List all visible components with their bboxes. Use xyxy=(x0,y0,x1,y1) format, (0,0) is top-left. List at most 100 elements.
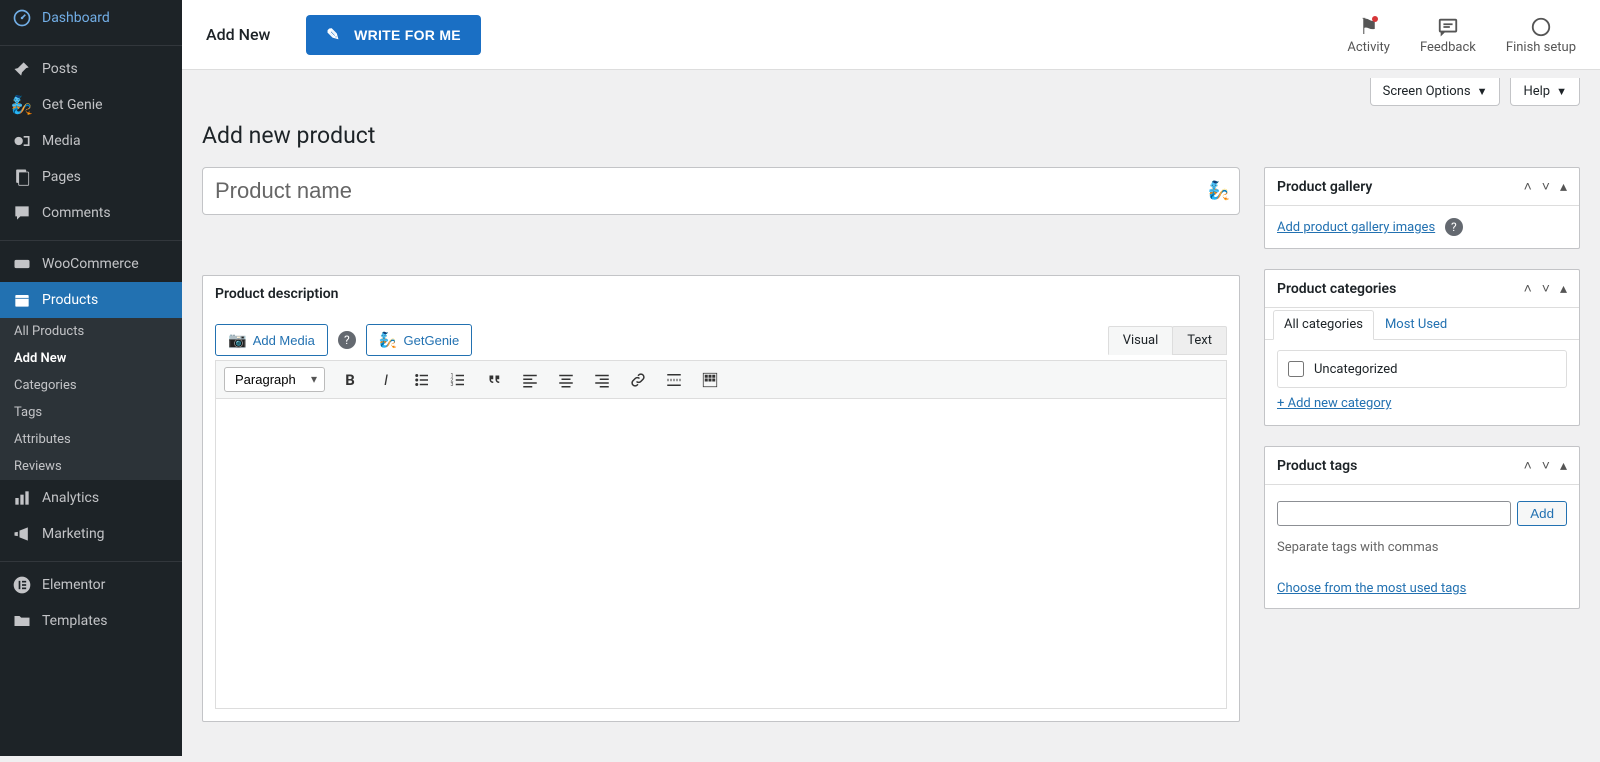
sidebar-item-products[interactable]: Products xyxy=(0,282,182,318)
caret-down-icon: ▼ xyxy=(1556,85,1567,98)
panel-handle-actions: ˄ ˅ ▴ xyxy=(1524,457,1567,474)
help-icon[interactable]: ? xyxy=(338,331,356,349)
screen-options-tab[interactable]: Screen Options ▼ xyxy=(1370,78,1501,106)
write-button-label: WRITE FOR ME xyxy=(354,27,461,43)
feedback-button[interactable]: Feedback xyxy=(1420,14,1476,55)
add-new-category-link[interactable]: + Add new category xyxy=(1277,396,1391,411)
sidebar-subitem-reviews[interactable]: Reviews xyxy=(0,453,182,480)
admin-sidebar: Dashboard Posts 🧞 Get Genie Media Pages … xyxy=(0,0,182,756)
sidebar-item-label: Get Genie xyxy=(42,97,103,113)
comment-icon xyxy=(12,203,32,223)
woo-icon xyxy=(12,254,32,274)
add-media-button[interactable]: 📷 Add Media xyxy=(215,324,328,356)
triangle-up-icon[interactable]: ▴ xyxy=(1560,281,1567,297)
quote-icon[interactable] xyxy=(483,369,505,391)
sidebar-item-marketing[interactable]: Marketing xyxy=(0,516,182,552)
help-tab[interactable]: Help▼ xyxy=(1510,78,1580,106)
chevron-up-icon[interactable]: ˄ xyxy=(1524,178,1532,195)
topbar-actions: ⚑ Activity Feedback Finish setup xyxy=(1347,14,1576,55)
sidebar-item-analytics[interactable]: Analytics xyxy=(0,480,182,516)
folder-icon xyxy=(12,611,32,631)
category-item-uncategorized[interactable]: Uncategorized xyxy=(1288,361,1556,377)
pin-icon xyxy=(12,59,32,79)
sidebar-item-elementor[interactable]: Elementor xyxy=(0,567,182,603)
chevron-up-icon[interactable]: ˄ xyxy=(1524,457,1532,474)
sidebar-subitem-all-products[interactable]: All Products xyxy=(0,318,182,345)
tags-input[interactable] xyxy=(1277,501,1511,526)
tags-body: Add Separate tags with commas Choose fro… xyxy=(1265,485,1579,608)
triangle-up-icon[interactable]: ▴ xyxy=(1560,458,1567,474)
add-tag-button[interactable]: Add xyxy=(1517,501,1567,526)
sidebar-item-posts[interactable]: Posts xyxy=(0,51,182,87)
triangle-up-icon[interactable]: ▴ xyxy=(1560,179,1567,195)
sidebar-subitem-attributes[interactable]: Attributes xyxy=(0,426,182,453)
circle-icon xyxy=(1530,14,1552,40)
align-right-icon[interactable] xyxy=(591,369,613,391)
sidebar-item-media[interactable]: Media xyxy=(0,123,182,159)
help-icon[interactable]: ? xyxy=(1445,218,1463,236)
activity-button[interactable]: ⚑ Activity xyxy=(1347,14,1390,55)
tab-all-categories[interactable]: All categories xyxy=(1273,310,1374,340)
flag-icon: ⚑ xyxy=(1359,14,1379,40)
add-gallery-images-link[interactable]: Add product gallery images xyxy=(1277,220,1435,235)
editor-toolbar: Paragraph B I 123 xyxy=(215,360,1227,399)
align-center-icon[interactable] xyxy=(555,369,577,391)
gallery-title: Product gallery xyxy=(1277,179,1372,195)
tab-visual[interactable]: Visual xyxy=(1108,326,1174,355)
finish-setup-button[interactable]: Finish setup xyxy=(1506,14,1576,55)
genie-hint-icon[interactable]: 🧞 xyxy=(1208,181,1230,202)
tags-input-row: Add xyxy=(1277,497,1567,530)
genie-icon: 🧞 xyxy=(12,95,32,115)
tab-most-used[interactable]: Most Used xyxy=(1374,310,1458,340)
align-left-icon[interactable] xyxy=(519,369,541,391)
activity-label: Activity xyxy=(1347,40,1390,55)
sidebar-item-woocommerce[interactable]: WooCommerce xyxy=(0,246,182,282)
sidebar-item-pages[interactable]: Pages xyxy=(0,159,182,195)
write-for-me-button[interactable]: ✎ WRITE FOR ME xyxy=(306,15,480,55)
getgenie-button[interactable]: 🧞 GetGenie xyxy=(366,324,472,356)
side-column: Product gallery ˄ ˅ ▴ Add product galler… xyxy=(1264,167,1580,742)
screen-options-row: Screen Options ▼ Help▼ xyxy=(182,70,1600,106)
elementor-icon xyxy=(12,575,32,595)
sidebar-item-label: Marketing xyxy=(42,526,105,542)
sidebar-item-comments[interactable]: Comments xyxy=(0,195,182,231)
page-title: Add new product xyxy=(202,122,1580,149)
product-gallery-box: Product gallery ˄ ˅ ▴ Add product galler… xyxy=(1264,167,1580,249)
sidebar-subitem-add-new[interactable]: Add New xyxy=(0,345,182,372)
sidebar-item-label: Media xyxy=(42,133,81,149)
add-media-label: Add Media xyxy=(253,333,315,348)
product-name-input[interactable] xyxy=(202,167,1240,215)
chevron-up-icon[interactable]: ˄ xyxy=(1524,280,1532,297)
toolbar-toggle-icon[interactable] xyxy=(699,369,721,391)
category-list: Uncategorized xyxy=(1277,350,1567,388)
genie-icon: 🧞 xyxy=(379,331,398,349)
italic-icon[interactable]: I xyxy=(375,369,397,391)
caret-down-icon: ▼ xyxy=(1477,85,1488,98)
dashboard-icon xyxy=(12,8,32,28)
category-checkbox[interactable] xyxy=(1288,361,1304,377)
editor-content-area[interactable] xyxy=(215,399,1227,709)
sidebar-item-label: Templates xyxy=(42,613,108,629)
page-body: Add new product 🧞 Product description 📷 … xyxy=(182,122,1600,762)
sidebar-item-getgenie[interactable]: 🧞 Get Genie xyxy=(0,87,182,123)
sidebar-subitem-tags[interactable]: Tags xyxy=(0,399,182,426)
screen-options-label: Screen Options xyxy=(1383,84,1471,99)
choose-most-used-tags-link[interactable]: Choose from the most used tags xyxy=(1277,581,1466,596)
chevron-down-icon[interactable]: ˅ xyxy=(1542,280,1550,297)
read-more-icon[interactable] xyxy=(663,369,685,391)
main-column: 🧞 Product description 📷 Add Media ? 🧞 xyxy=(202,167,1240,742)
bold-icon[interactable]: B xyxy=(339,369,361,391)
sidebar-item-dashboard[interactable]: Dashboard xyxy=(0,0,182,36)
chevron-down-icon[interactable]: ˅ xyxy=(1542,178,1550,195)
paragraph-select[interactable]: Paragraph xyxy=(224,367,325,392)
link-icon[interactable] xyxy=(627,369,649,391)
chevron-down-icon[interactable]: ˅ xyxy=(1542,457,1550,474)
numbered-list-icon[interactable]: 123 xyxy=(447,369,469,391)
main-content: Add New ✎ WRITE FOR ME ⚑ Activity Feedba… xyxy=(182,0,1600,756)
tab-text[interactable]: Text xyxy=(1172,326,1227,355)
sidebar-item-templates[interactable]: Templates xyxy=(0,603,182,639)
bullet-list-icon[interactable] xyxy=(411,369,433,391)
sidebar-subitem-categories[interactable]: Categories xyxy=(0,372,182,399)
sidebar-separator xyxy=(0,41,182,46)
categories-footer: + Add new category xyxy=(1265,388,1579,425)
